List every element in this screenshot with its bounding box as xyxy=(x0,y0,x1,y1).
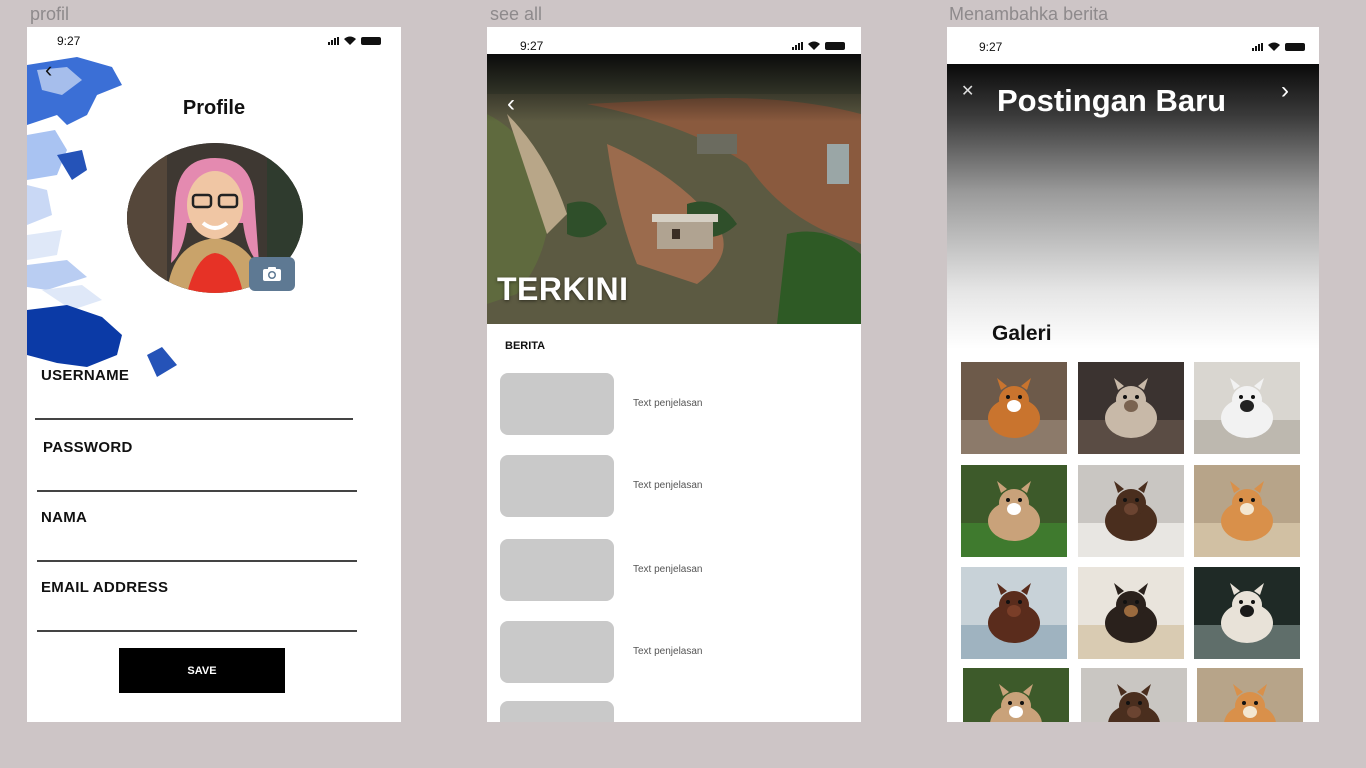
news-thumbnail xyxy=(500,621,614,683)
gallery-photo[interactable] xyxy=(961,362,1067,454)
status-bar: 9:27 xyxy=(27,27,401,55)
news-item[interactable] xyxy=(500,701,845,722)
email-label: EMAIL ADDRESS xyxy=(41,579,169,596)
battery-icon xyxy=(1285,42,1305,51)
password-underline xyxy=(37,490,357,492)
username-label: USERNAME xyxy=(41,367,130,384)
news-item[interactable]: Text penjelasan xyxy=(500,539,845,603)
new-post-screen: 9:27 ✕ Postingan Baru › Galeri xyxy=(947,27,1319,722)
back-chevron-icon[interactable]: ‹ xyxy=(507,90,515,118)
signal-icon xyxy=(1252,42,1263,51)
frame-label-profil: profil xyxy=(30,4,70,24)
news-description: Text penjelasan xyxy=(633,398,703,409)
password-input[interactable] xyxy=(37,461,355,485)
signal-icon xyxy=(792,41,803,50)
status-time: 9:27 xyxy=(57,34,81,48)
hero-banner[interactable]: ‹ TERKINI xyxy=(487,54,861,324)
nama-input[interactable] xyxy=(37,531,355,555)
password-label: PASSWORD xyxy=(43,439,133,456)
username-underline xyxy=(35,418,353,420)
profile-screen: 9:27 ‹ Profile USERNAME PASSWORD NAMA EM… xyxy=(27,27,401,722)
status-bar: 9:27 xyxy=(487,27,861,55)
wifi-icon xyxy=(808,41,820,50)
news-item[interactable]: Text penjelasan xyxy=(500,455,845,519)
nama-underline xyxy=(37,560,357,562)
signal-icon xyxy=(328,36,339,45)
gallery-photo[interactable] xyxy=(1078,362,1184,454)
news-item[interactable]: Text penjelasan xyxy=(500,621,845,685)
section-title: BERITA xyxy=(505,340,546,352)
gallery-photo[interactable] xyxy=(1197,668,1303,722)
battery-icon xyxy=(361,36,381,45)
nama-label: NAMA xyxy=(41,509,88,526)
status-time: 9:27 xyxy=(979,40,1003,54)
battery-icon xyxy=(825,41,845,50)
frame-label-see-all: see all xyxy=(490,4,543,24)
wifi-icon xyxy=(344,36,356,45)
status-time: 9:27 xyxy=(520,39,544,53)
hero-title: TERKINI xyxy=(497,271,629,307)
email-underline xyxy=(37,630,357,632)
back-chevron-icon[interactable]: ‹ xyxy=(45,57,52,83)
next-chevron-icon[interactable]: › xyxy=(1281,77,1289,105)
page-title: Profile xyxy=(182,97,246,119)
change-photo-button[interactable] xyxy=(249,257,295,291)
save-button[interactable]: SAVE xyxy=(119,648,285,693)
status-bar: 9:27 xyxy=(947,27,1319,55)
gallery-photo[interactable] xyxy=(1194,465,1300,557)
news-description: Text penjelasan xyxy=(633,646,703,657)
gallery-photo[interactable] xyxy=(1081,668,1187,722)
gallery-photo[interactable] xyxy=(963,668,1069,722)
gallery-title: Galeri xyxy=(992,322,1052,345)
gallery-photo[interactable] xyxy=(1194,567,1300,659)
camera-icon xyxy=(263,267,281,281)
news-description: Text penjelasan xyxy=(633,480,703,491)
news-thumbnail xyxy=(500,455,614,517)
wifi-icon xyxy=(1268,42,1280,51)
gallery-photo[interactable] xyxy=(1078,567,1184,659)
close-icon[interactable]: ✕ xyxy=(961,81,974,101)
news-description: Text penjelasan xyxy=(633,564,703,575)
username-input[interactable] xyxy=(35,389,351,413)
see-all-screen: 9:27 ‹ TERKINI BERITA Text penjelasan Te… xyxy=(487,27,861,722)
gallery-photo[interactable] xyxy=(961,465,1067,557)
news-thumbnail xyxy=(500,701,614,722)
news-thumbnail xyxy=(500,373,614,435)
gallery-photo[interactable] xyxy=(1078,465,1184,557)
gallery-photo[interactable] xyxy=(1194,362,1300,454)
frame-label-menambahkan-berita: Menambahka berita xyxy=(949,4,1109,24)
page-title: Postingan Baru xyxy=(997,83,1227,118)
gallery-photo[interactable] xyxy=(961,567,1067,659)
news-thumbnail xyxy=(500,539,614,601)
news-item[interactable]: Text penjelasan xyxy=(500,373,845,437)
email-input[interactable] xyxy=(37,601,355,625)
